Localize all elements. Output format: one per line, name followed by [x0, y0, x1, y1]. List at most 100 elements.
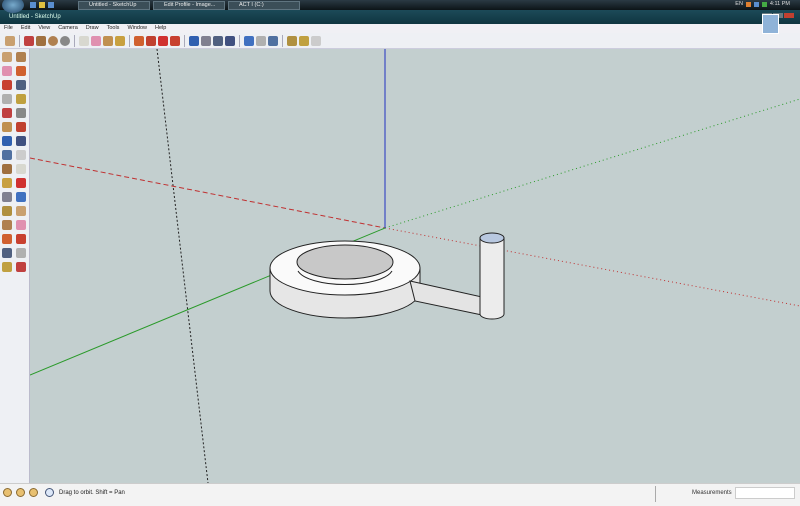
select-icon[interactable]: [5, 35, 15, 46]
polygon-icon[interactable]: [2, 108, 12, 118]
walk-icon[interactable]: [2, 262, 12, 272]
paint-bucket-icon[interactable]: [2, 66, 12, 76]
get-photo-texture-icon[interactable]: [287, 35, 297, 46]
toolbar-separator: [282, 34, 283, 47]
menu-draw[interactable]: Draw: [86, 24, 99, 33]
axes-icon[interactable]: [2, 192, 12, 202]
position-camera-icon[interactable]: [2, 248, 12, 258]
paint-bucket-icon[interactable]: [115, 35, 125, 46]
menu-edit[interactable]: Edit: [21, 24, 30, 33]
eraser-icon[interactable]: [91, 35, 101, 46]
menu-file[interactable]: File: [4, 24, 13, 33]
rectangle-icon[interactable]: [36, 35, 46, 46]
rotate-icon[interactable]: [2, 136, 12, 146]
freehand-icon[interactable]: [16, 108, 26, 118]
follow-me-icon[interactable]: [16, 136, 26, 146]
tape-measure-icon[interactable]: [103, 35, 113, 46]
scale-icon[interactable]: [2, 150, 12, 160]
user-icon[interactable]: [29, 488, 38, 497]
help-icon[interactable]: [45, 488, 54, 497]
desktop-icon[interactable]: [30, 2, 36, 8]
component-3d-icon[interactable]: [268, 35, 278, 46]
toolbar-separator: [239, 34, 240, 47]
previous-icon[interactable]: [2, 234, 12, 244]
move-icon[interactable]: [146, 35, 156, 46]
circle-icon[interactable]: [48, 35, 58, 46]
line-icon[interactable]: [16, 80, 26, 90]
ie-icon[interactable]: [48, 2, 54, 8]
tray-icon[interactable]: [753, 1, 759, 7]
green-axis-negative: [384, 98, 800, 229]
menu-tools[interactable]: Tools: [107, 24, 120, 33]
3d-text-icon[interactable]: [16, 192, 26, 202]
language-indicator[interactable]: EN: [735, 1, 743, 7]
pan-icon[interactable]: [201, 35, 211, 46]
offset-icon[interactable]: [16, 150, 26, 160]
pipe-model[interactable]: [409, 232, 505, 320]
rectangle-icon[interactable]: [2, 80, 12, 90]
menu-help[interactable]: Help: [155, 24, 166, 33]
credits-icon[interactable]: [16, 488, 25, 497]
follow-me-icon[interactable]: [170, 35, 180, 46]
section-plane-icon[interactable]: [16, 262, 26, 272]
task-explorer[interactable]: ACT I (C:): [228, 1, 300, 10]
protractor-icon[interactable]: [2, 178, 12, 188]
window-title: Untitled - SketchUp: [9, 14, 61, 20]
quick-launch: [30, 2, 54, 8]
push-pull-icon[interactable]: [16, 122, 26, 132]
task-sketchup[interactable]: Untitled - SketchUp: [78, 1, 150, 10]
zoom-icon[interactable]: [213, 35, 223, 46]
zoom-icon[interactable]: [2, 220, 12, 230]
toolbar-separator: [19, 34, 20, 47]
rotate-icon[interactable]: [158, 35, 168, 46]
pan-icon[interactable]: [16, 206, 26, 216]
look-around-icon[interactable]: [16, 248, 26, 258]
make-component-icon[interactable]: [79, 35, 89, 46]
zoom-extents-icon[interactable]: [225, 35, 235, 46]
dimension-icon[interactable]: [16, 164, 26, 174]
guide-line: [156, 48, 209, 484]
zoom-window-icon[interactable]: [16, 220, 26, 230]
share-model-icon[interactable]: [256, 35, 266, 46]
orbit-icon[interactable]: [189, 35, 199, 46]
menu-window[interactable]: Window: [127, 24, 147, 33]
model-canvas[interactable]: [29, 48, 800, 484]
close-button[interactable]: [784, 13, 794, 18]
instructor-help-icon[interactable]: [762, 14, 779, 34]
get-models-icon[interactable]: [244, 35, 254, 46]
window-title-bar: Untitled - SketchUp: [0, 10, 800, 24]
line-icon[interactable]: [24, 35, 34, 46]
text-icon[interactable]: [16, 178, 26, 188]
os-taskbar: Untitled - SketchUp Edit Profile - Image…: [0, 0, 800, 13]
folder-icon[interactable]: [39, 2, 45, 8]
zoom-extents-icon[interactable]: [16, 234, 26, 244]
tape-measure-icon[interactable]: [2, 164, 12, 174]
toolbar-separator: [184, 34, 185, 47]
3d-viewport[interactable]: [29, 48, 800, 484]
share-component-icon[interactable]: [299, 35, 309, 46]
ring-model[interactable]: [269, 240, 421, 319]
tray-icon[interactable]: [745, 1, 751, 7]
toolbar-separator: [74, 34, 75, 47]
orbit-icon[interactable]: [2, 206, 12, 216]
task-browser[interactable]: Edit Profile - Image...: [153, 1, 225, 10]
measurements-label: Measurements: [655, 486, 732, 502]
eraser-icon[interactable]: [16, 66, 26, 76]
arc-icon[interactable]: [60, 35, 70, 46]
status-hint: Drag to orbit. Shift = Pan: [59, 490, 125, 496]
make-component-icon[interactable]: [16, 52, 26, 62]
push-pull-icon[interactable]: [134, 35, 144, 46]
large-toolset: [0, 49, 30, 483]
extension-icon[interactable]: [311, 35, 321, 46]
geo-location-icon[interactable]: [3, 488, 12, 497]
select-icon[interactable]: [2, 52, 12, 62]
clock[interactable]: 4:11 PM: [770, 1, 790, 7]
menu-bar: File Edit View Camera Draw Tools Window Help: [0, 24, 800, 33]
tray-icon[interactable]: [761, 1, 767, 7]
menu-camera[interactable]: Camera: [58, 24, 78, 33]
menu-view[interactable]: View: [38, 24, 50, 33]
move-icon[interactable]: [2, 122, 12, 132]
measurements-input[interactable]: [735, 487, 795, 499]
arc-icon[interactable]: [16, 94, 26, 104]
circle-icon[interactable]: [2, 94, 12, 104]
